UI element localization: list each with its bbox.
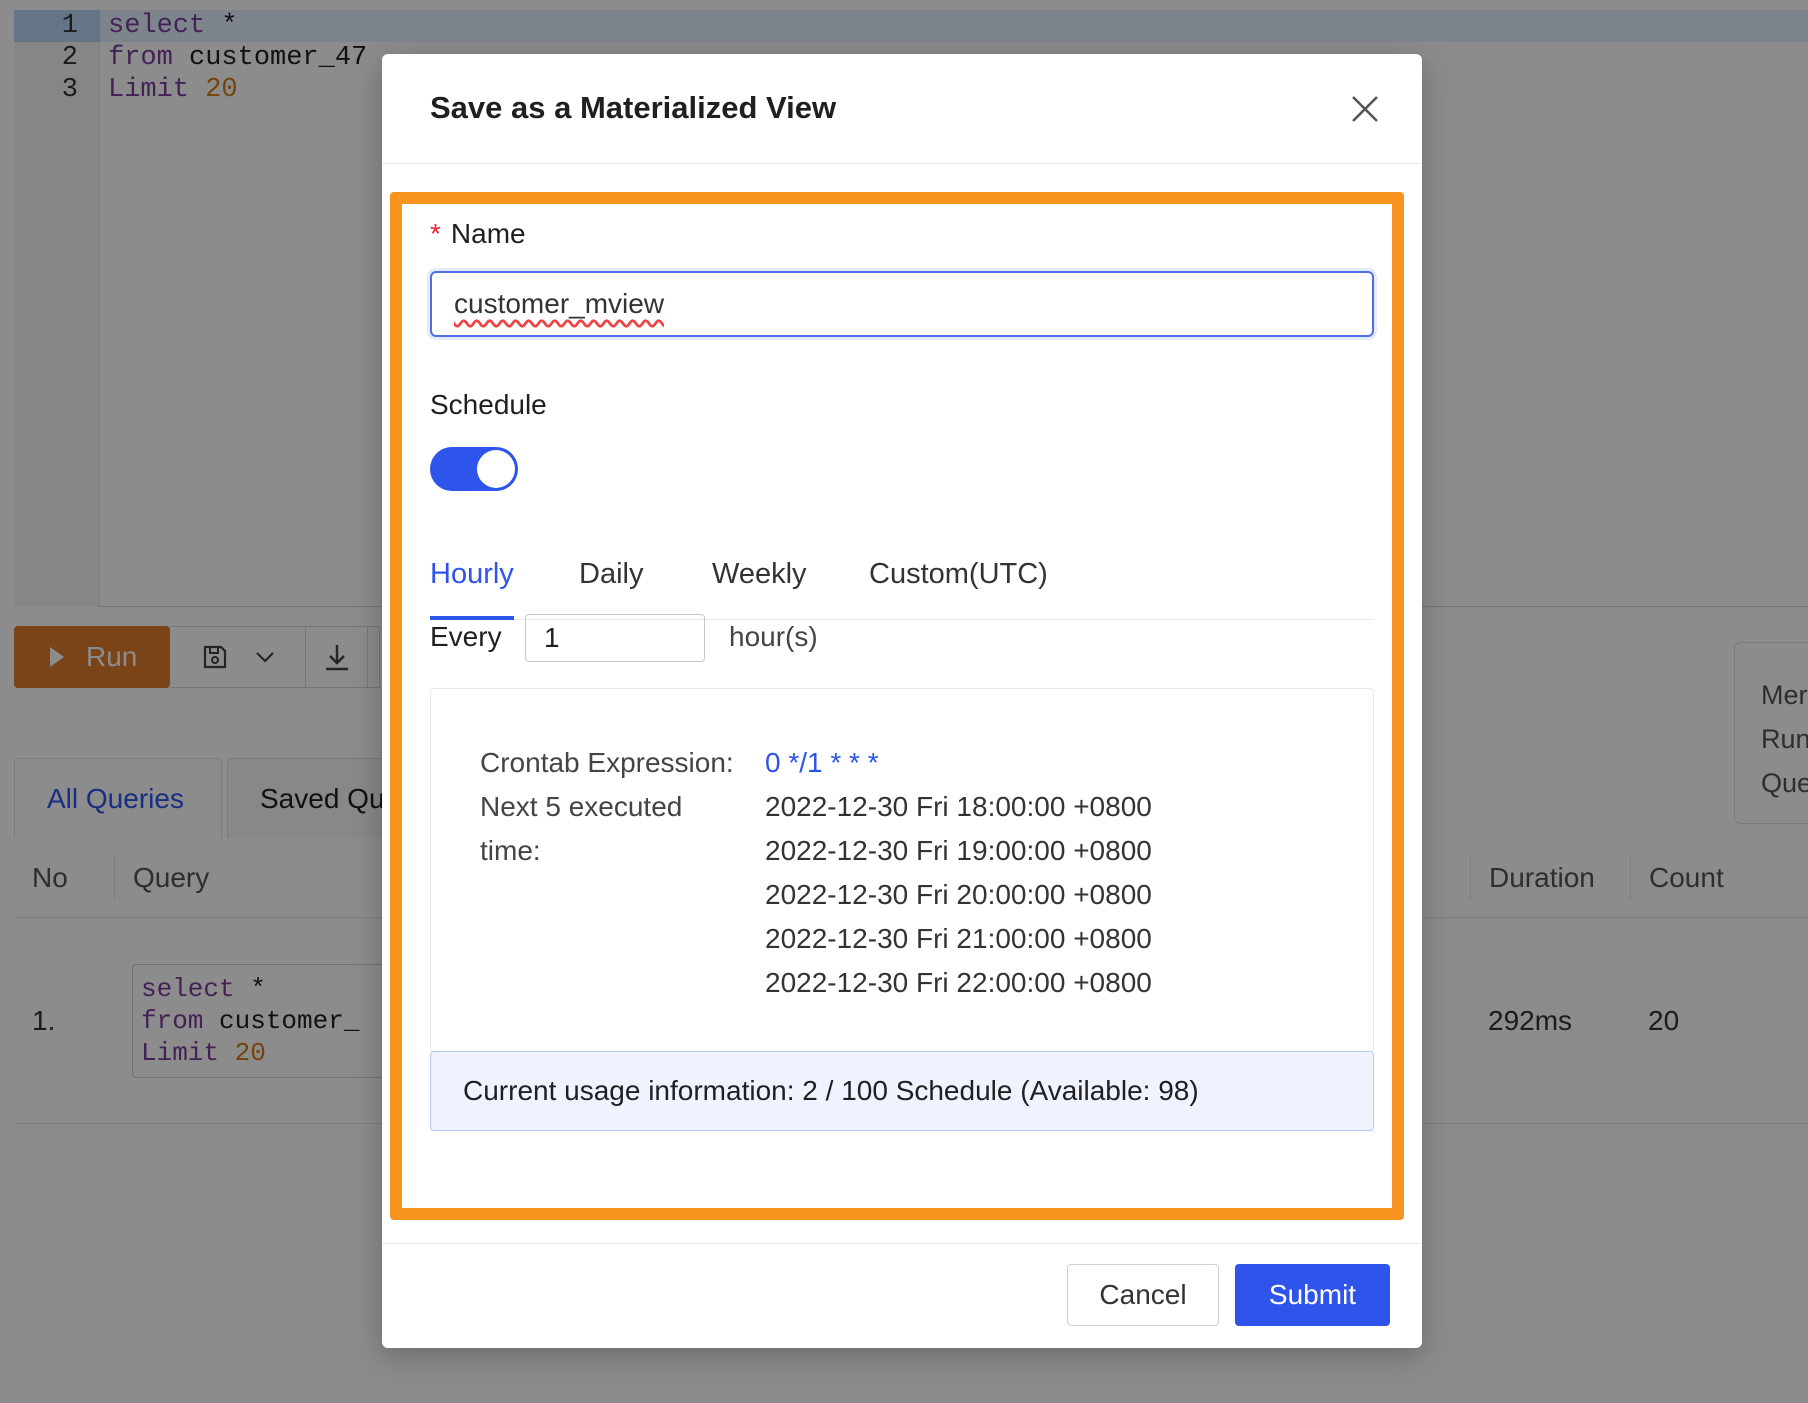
schedule-tabs: Hourly Daily Weekly Custom(UTC) (430, 544, 1374, 620)
crontab-preview: Crontab Expression: 0 */1 * * * Next 5 e… (430, 688, 1374, 1052)
tab-hourly[interactable]: Hourly (430, 544, 514, 620)
usage-info-banner: Current usage information: 2 / 100 Sched… (430, 1051, 1374, 1131)
schedule-label: Schedule (430, 389, 547, 420)
tab-daily[interactable]: Daily (579, 544, 643, 620)
name-input[interactable]: customer_mview (430, 271, 1374, 337)
required-mark: * (430, 218, 441, 249)
next-executed-time: 2022-12-30 Fri 22:00:00 +0800 (765, 967, 1152, 998)
close-icon[interactable] (1348, 92, 1382, 126)
next-executed-time: 2022-12-30 Fri 20:00:00 +0800 (765, 879, 1152, 910)
submit-button[interactable]: Submit (1235, 1264, 1390, 1326)
toggle-knob (477, 450, 515, 488)
dialog-header: Save as a Materialized View (382, 54, 1422, 164)
dialog-title: Save as a Materialized View (430, 90, 837, 125)
next-executed-time: 2022-12-30 Fri 21:00:00 +0800 (765, 923, 1152, 954)
next-executed-label: Next 5 executed (480, 791, 683, 822)
next-executed-label-cont: time: (480, 835, 541, 866)
crontab-expression: 0 */1 * * * (765, 747, 879, 778)
every-label: Every (430, 621, 502, 652)
schedule-toggle[interactable] (430, 447, 518, 491)
every-unit-label: hour(s) (729, 621, 818, 652)
cancel-button[interactable]: Cancel (1067, 1264, 1219, 1326)
tab-custom-utc[interactable]: Custom(UTC) (869, 544, 1048, 620)
name-label: * Name (430, 218, 526, 249)
tab-weekly[interactable]: Weekly (712, 544, 807, 620)
crontab-label: Crontab Expression: (480, 747, 734, 778)
next-executed-time: 2022-12-30 Fri 18:00:00 +0800 (765, 791, 1152, 822)
every-hours-input[interactable]: 1 (525, 614, 705, 662)
next-executed-time: 2022-12-30 Fri 19:00:00 +0800 (765, 835, 1152, 866)
materialized-view-dialog: Save as a Materialized View * Name custom… (382, 54, 1422, 1348)
